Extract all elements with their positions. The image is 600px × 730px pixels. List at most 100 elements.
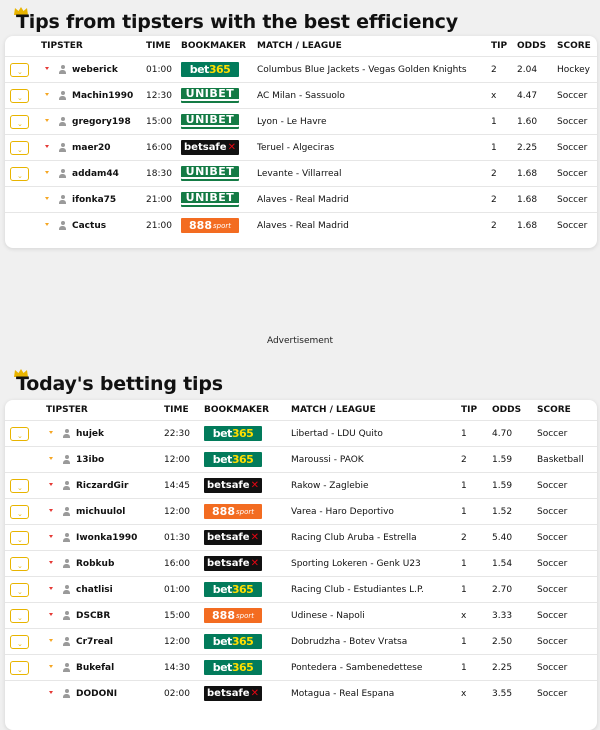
tipster-name[interactable]: maer20 xyxy=(72,143,111,153)
table-row[interactable]: ⌃ gregory198 15:00 UNIBET Lyon - Le Havre 1 1.… xyxy=(5,108,597,134)
table-row[interactable]: ifonka75 21:00 UNIBET Alaves - Real Madrid 2… xyxy=(5,186,597,212)
tipster-name[interactable]: michuulol xyxy=(76,507,125,517)
table-row[interactable]: ⌃ DSCBR 15:00 888 sport Udinese - Napoli x 3.33… xyxy=(5,602,597,628)
tipster-name[interactable]: ifonka75 xyxy=(72,195,116,205)
match-name[interactable]: Dobrudzha - Botev Vratsa xyxy=(291,637,407,647)
bookmaker-logo-bet365[interactable]: bet 365 xyxy=(204,660,262,675)
bookmaker-logo-bet365[interactable]: bet 365 xyxy=(204,634,262,649)
match-name[interactable]: Racing Club - Estudiantes L.P. xyxy=(291,585,424,595)
favorite-button[interactable]: ⌃ xyxy=(10,479,29,493)
match-name[interactable]: Sporting Lokeren - Genk U23 xyxy=(291,559,421,569)
table-header: TIPSTER TIME BOOKMAKER MATCH / LEAGUE TI… xyxy=(5,400,597,420)
favorite-button[interactable]: ⌃ xyxy=(10,167,29,181)
match-name[interactable]: Racing Club Aruba - Estrella xyxy=(291,533,417,543)
favorite-button[interactable]: ⌃ xyxy=(10,89,29,103)
table-row[interactable]: ⌃ hujek 22:30 bet 365 Libertad - LDU Quito 1 4.… xyxy=(5,420,597,446)
table-row[interactable]: ⌃ Cr7real 12:00 bet 365 Dobrudzha - Botev Vra… xyxy=(5,628,597,654)
table-row[interactable]: ⌃ weberick 01:00 bet 365 Columbus Blue Jacket… xyxy=(5,56,597,82)
match-name[interactable]: Udinese - Napoli xyxy=(291,611,365,621)
table-row[interactable]: ⌃ addam44 18:30 UNIBET Levante - Villarreal 2… xyxy=(5,160,597,186)
table-row[interactable]: Cactus 21:00 888 sport Alaves - Real Madrid 2… xyxy=(5,212,597,238)
logo-mark: ✕ xyxy=(227,142,236,153)
table-row[interactable]: ⌃ chatlisi 01:00 bet 365 Racing Club - Estudi… xyxy=(5,576,597,602)
match-name[interactable]: Varea - Haro Deportivo xyxy=(291,507,394,517)
tipster-name[interactable]: DODONI xyxy=(76,689,117,699)
tipster-name[interactable]: Bukefal xyxy=(76,663,114,673)
match-name[interactable]: Teruel - Algeciras xyxy=(257,143,334,153)
tipster-name[interactable]: chatlisi xyxy=(76,585,113,595)
bookmaker-logo-bet365[interactable]: bet 365 xyxy=(204,582,262,597)
odds-value: 2.25 xyxy=(517,143,538,153)
match-name[interactable]: Alaves - Real Madrid xyxy=(257,221,349,231)
tipster-name[interactable]: gregory198 xyxy=(72,117,131,127)
table-row[interactable]: ⌃ michuulol 12:00 888 sport Varea - Haro Depo… xyxy=(5,498,597,524)
odds-value: 2.04 xyxy=(517,65,538,75)
table-row[interactable]: DODONI 02:00 betsafe ✕ Motagua - Real Espana… xyxy=(5,680,597,706)
favorite-button[interactable]: ⌃ xyxy=(10,531,29,545)
favorite-button[interactable]: ⌃ xyxy=(10,115,29,129)
tip-value: 2 xyxy=(491,195,497,205)
bookmaker-logo-unibet[interactable]: UNIBET xyxy=(181,191,239,205)
tipster-name[interactable]: RiczardGir xyxy=(76,481,128,491)
tipster-name[interactable]: weberick xyxy=(72,65,118,75)
match-name[interactable]: Pontedera - Sambenedettese xyxy=(291,663,422,673)
trend-down-icon xyxy=(49,535,53,538)
chevron-down-icon: ⌃ xyxy=(16,664,23,673)
bookmaker-logo-unibet[interactable]: UNIBET xyxy=(181,113,239,127)
table-row[interactable]: ⌃ Iwonka1990 01:30 betsafe ✕ Racing Club Arub… xyxy=(5,524,597,550)
table-row[interactable]: ⌃ Machin1990 12:30 UNIBET AC Milan - Sassuol… xyxy=(5,82,597,108)
bookmaker-logo-betsafe[interactable]: betsafe ✕ xyxy=(204,478,262,493)
tipster-name[interactable]: Robkub xyxy=(76,559,114,569)
match-name[interactable]: Alaves - Real Madrid xyxy=(257,195,349,205)
match-name[interactable]: Lyon - Le Havre xyxy=(257,117,327,127)
tipster-name[interactable]: Machin1990 xyxy=(72,91,133,101)
bookmaker-logo-betsafe[interactable]: betsafe ✕ xyxy=(204,556,262,571)
tipster-name[interactable]: Cr7real xyxy=(76,637,113,647)
bookmaker-logo-betsafe[interactable]: betsafe ✕ xyxy=(181,140,239,155)
bookmaker-logo-888sport[interactable]: 888 sport xyxy=(181,218,239,233)
bookmaker-logo-888sport[interactable]: 888 sport xyxy=(204,504,262,519)
bookmaker-logo-bet365[interactable]: bet 365 xyxy=(204,426,262,441)
tipster-name[interactable]: hujek xyxy=(76,429,104,439)
favorite-button[interactable]: ⌃ xyxy=(10,557,29,571)
favorite-button[interactable]: ⌃ xyxy=(10,63,29,77)
logo-text: 888 xyxy=(189,219,212,232)
match-name[interactable]: AC Milan - Sassuolo xyxy=(257,91,345,101)
tips-table-today: TIPSTER TIME BOOKMAKER MATCH / LEAGUE TI… xyxy=(5,400,597,730)
table-row[interactable]: ⌃ Robkub 16:00 betsafe ✕ Sporting Lokeren - G… xyxy=(5,550,597,576)
table-row[interactable]: ⌃ Bukefal 14:30 bet 365 Pontedera - Sambenede… xyxy=(5,654,597,680)
bookmaker-logo-bet365[interactable]: bet 365 xyxy=(204,452,262,467)
tipster-name[interactable]: Iwonka1990 xyxy=(76,533,137,543)
match-name[interactable]: Maroussi - PAOK xyxy=(291,455,364,465)
tipster-name[interactable]: Cactus xyxy=(72,221,106,231)
user-icon xyxy=(59,91,66,100)
tipster-name[interactable]: DSCBR xyxy=(76,611,110,621)
bookmaker-logo-bet365[interactable]: bet 365 xyxy=(181,62,239,77)
favorite-button[interactable]: ⌃ xyxy=(10,427,29,441)
bookmaker-logo-unibet[interactable]: UNIBET xyxy=(181,165,239,179)
bookmaker-logo-betsafe[interactable]: betsafe ✕ xyxy=(204,686,262,701)
favorite-button[interactable]: ⌃ xyxy=(10,609,29,623)
match-name[interactable]: Libertad - LDU Quito xyxy=(291,429,383,439)
match-name[interactable]: Rakow - Zaglebie xyxy=(291,481,368,491)
user-icon xyxy=(63,533,70,542)
bookmaker-logo-888sport[interactable]: 888 sport xyxy=(204,608,262,623)
tip-value: 2 xyxy=(491,221,497,231)
match-time: 21:00 xyxy=(146,221,172,231)
match-name[interactable]: Columbus Blue Jackets - Vegas Golden Kni… xyxy=(257,65,467,75)
favorite-button[interactable]: ⌃ xyxy=(10,661,29,675)
bookmaker-logo-unibet[interactable]: UNIBET xyxy=(181,87,239,101)
table-row[interactable]: 13ibo 12:00 bet 365 Maroussi - PAOK 2 1.59 Bask… xyxy=(5,446,597,472)
tipster-name[interactable]: addam44 xyxy=(72,169,119,179)
tipster-name[interactable]: 13ibo xyxy=(76,455,104,465)
match-name[interactable]: Levante - Villarreal xyxy=(257,169,342,179)
favorite-button[interactable]: ⌃ xyxy=(10,635,29,649)
table-row[interactable]: ⌃ maer20 16:00 betsafe ✕ Teruel - Algeciras 1 2… xyxy=(5,134,597,160)
favorite-button[interactable]: ⌃ xyxy=(10,505,29,519)
favorite-button[interactable]: ⌃ xyxy=(10,583,29,597)
match-name[interactable]: Motagua - Real Espana xyxy=(291,689,394,699)
bookmaker-logo-betsafe[interactable]: betsafe ✕ xyxy=(204,530,262,545)
chevron-down-icon: ⌃ xyxy=(16,92,23,101)
table-row[interactable]: ⌃ RiczardGir 14:45 betsafe ✕ Rakow - Zaglebie… xyxy=(5,472,597,498)
favorite-button[interactable]: ⌃ xyxy=(10,141,29,155)
